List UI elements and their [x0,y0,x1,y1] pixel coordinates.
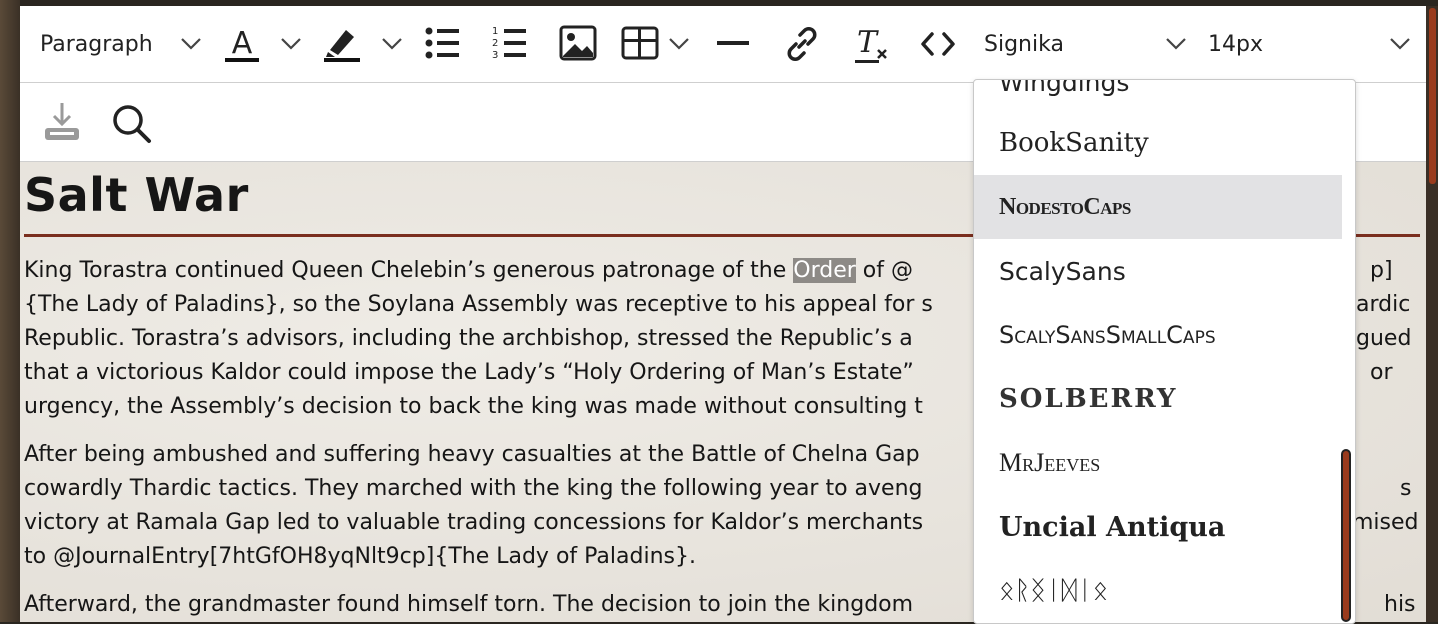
text-line: ardic [1356,292,1411,317]
paragraph-1-right-fragments: p] ardic gued or [1356,254,1436,390]
font-family-value: Signika [984,31,1064,57]
font-family-dropdown[interactable]: Wingdings BookSanity NodestoCaps ScalySa… [973,79,1356,624]
text-line: s [1400,476,1412,501]
clear-formatting-icon[interactable]: T [853,24,893,64]
block-format-select[interactable]: Paragraph [40,6,153,82]
chevron-down-icon[interactable] [1389,36,1411,52]
save-icon[interactable] [42,101,82,143]
paragraph-2-right-fragments: s mised [1352,438,1436,540]
chevron-down-icon[interactable] [280,36,302,52]
svg-text:T: T [857,25,879,60]
highlighter-icon[interactable] [322,24,362,64]
editor-toolbar: Paragraph A 1 2 3 T Signika 14px [20,6,1426,83]
font-option-mrjeeves[interactable]: MrJeeves [974,431,1342,495]
window-scrollbar-thumb[interactable] [1429,8,1436,184]
chevron-down-icon[interactable] [180,36,202,52]
svg-text:1: 1 [492,26,498,37]
font-family-select[interactable]: Signika [984,6,1064,82]
text-line [1356,438,1436,472]
text-line: mised [1352,510,1419,535]
link-icon[interactable] [782,24,822,64]
text-line: his [1384,592,1416,617]
font-option-scalysans[interactable]: ScalySans [974,239,1342,303]
text-line: p] [1370,258,1393,283]
block-format-label: Paragraph [40,31,153,57]
text-line: gued [1356,326,1412,351]
font-option-booksanity[interactable]: BookSanity [974,111,1342,175]
chevron-down-icon[interactable] [381,36,403,52]
font-size-value: 14px [1208,31,1263,57]
font-size-select[interactable]: 14px [1208,6,1263,82]
font-option-wingdings[interactable]: Wingdings [974,80,1342,114]
font-option-uncial-antiqua[interactable]: Uncial Antiqua [974,495,1342,559]
svg-text:3: 3 [492,50,498,60]
dropdown-scrollbar-thumb[interactable] [1341,449,1351,622]
table-icon[interactable] [621,26,659,60]
background-strip [0,0,20,622]
svg-text:A: A [232,26,253,61]
chevron-down-icon[interactable] [668,36,690,52]
horizontal-rule-icon[interactable] [717,40,751,48]
image-icon[interactable] [559,25,597,61]
bullet-list-icon[interactable] [425,26,461,60]
numbered-list-icon[interactable]: 1 2 3 [492,24,528,60]
page-title: Salt War [24,168,249,222]
text-line: or [1370,360,1393,385]
font-option-scalysanssmallcaps[interactable]: ScalySansSmallCaps [974,303,1342,367]
font-option-solberry[interactable]: SOLBERRY [974,367,1342,431]
font-option-rune-font[interactable]: ᛟᚱᛝᛁᛞᛁᛟ [974,559,1342,623]
font-option-nodestocaps[interactable]: NodestoCaps [974,175,1342,239]
paragraph-3-right-fragments: his [1356,588,1436,622]
text-color-icon[interactable]: A [223,26,261,64]
selected-text: Order [793,258,856,283]
chevron-down-icon[interactable] [1165,36,1187,52]
code-icon[interactable] [920,30,956,58]
svg-text:2: 2 [492,38,498,49]
search-icon[interactable] [111,103,153,145]
